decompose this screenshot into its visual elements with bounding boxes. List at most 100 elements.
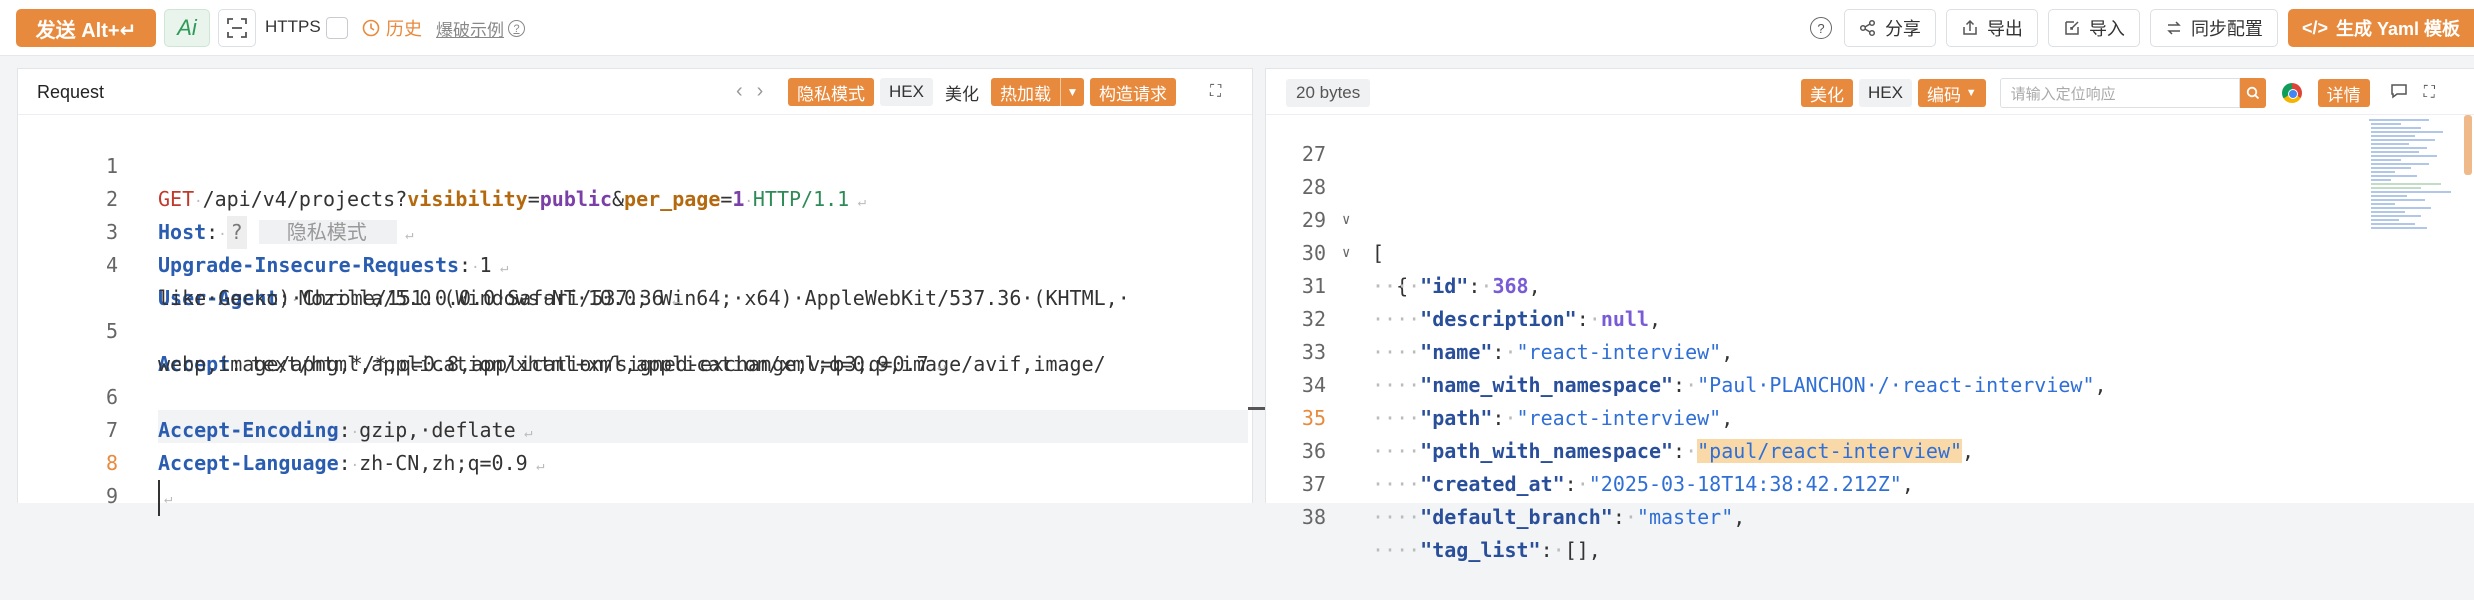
json-key: "name_with_namespace" bbox=[1420, 373, 1674, 397]
history-button[interactable]: 历史 bbox=[362, 15, 422, 41]
header-value: webp,image/apng,*/*;q=0.8,application/si… bbox=[158, 352, 929, 376]
request-line-wrap: webp,image/apng,*/*;q=0.8,application/si… bbox=[158, 352, 946, 376]
hot-load-split: 热加载 ▼ bbox=[990, 78, 1084, 106]
line-number: 38 bbox=[1301, 505, 1326, 529]
response-line: 29 ∨ ··{ bbox=[1266, 171, 1408, 298]
hex-button[interactable]: HEX bbox=[880, 78, 933, 106]
encoding-dropdown[interactable]: 编码 ▼ bbox=[1917, 79, 1986, 107]
header-value: like·Gecko)·Chrome/151.0.0.0·Safari/537.… bbox=[158, 286, 664, 310]
scan-icon[interactable] bbox=[218, 9, 256, 47]
header-key: Upgrade-Insecure-Requests bbox=[158, 253, 460, 277]
json-key: "default_branch" bbox=[1420, 505, 1613, 529]
comment-icon[interactable] bbox=[2390, 82, 2408, 105]
request-title: Request bbox=[37, 82, 105, 102]
response-editor[interactable]: 27 28 ∨ [ 29 ∨ ··{ 30 ····"id":·368, 31 … bbox=[1266, 115, 2366, 562]
locate-input[interactable]: 请输入定位响应 bbox=[1999, 78, 2240, 108]
response-panel-header: 20 bytes 美化 HEX 编码 ▼ 请输入定位响应 详情 ⛶ bbox=[1266, 69, 2474, 115]
request-line: 9 bbox=[18, 447, 118, 508]
json-value: "2025-03-18T14:38:42.212Z" bbox=[1588, 472, 1902, 496]
hot-load-button[interactable]: 热加载 bbox=[990, 78, 1060, 106]
top-toolbar: 发送 Alt+↵ Ai HTTPS 历史 爆破示例 ? ? 分享 导出 导入 同… bbox=[0, 0, 2474, 56]
response-line: 30 ····"id":·368, bbox=[1266, 204, 1541, 298]
http-method: GET bbox=[158, 187, 195, 211]
expand-icon[interactable]: ⛶ bbox=[2424, 84, 2435, 102]
response-tools: 美化 HEX 编码 ▼ 请输入定位响应 详情 ⛶ bbox=[1801, 78, 2435, 108]
search-icon[interactable] bbox=[2239, 78, 2266, 108]
generate-yaml-button[interactable]: </> 生成 Yaml 模板 bbox=[2287, 9, 2474, 47]
chevron-down-icon: ▼ bbox=[1965, 87, 1977, 99]
help-icon[interactable]: ? bbox=[1809, 17, 1832, 39]
json-value-highlighted: "paul/react-interview" bbox=[1697, 439, 1963, 463]
build-request-button[interactable]: 构造请求 bbox=[1089, 78, 1176, 106]
request-line: 6 Accept-Encoding:·gzip,·deflate ↵ bbox=[18, 348, 533, 442]
import-button[interactable]: 导入 bbox=[2047, 9, 2140, 47]
http-protocol: HTTP/1.1 bbox=[752, 187, 850, 211]
request-line: 7 Accept-Language:·zh-CN,zh;q=0.9 ↵ bbox=[18, 381, 545, 475]
response-line: 28 ∨ [ bbox=[1266, 138, 1384, 265]
json-key: "description" bbox=[1420, 307, 1577, 331]
beautify-button[interactable]: 美化 bbox=[1801, 79, 1853, 107]
export-button[interactable]: 导出 bbox=[1945, 9, 2038, 47]
query-key: per_page bbox=[624, 187, 721, 211]
ai-button[interactable]: Ai bbox=[164, 9, 210, 47]
https-label: HTTPS bbox=[265, 17, 321, 36]
json-value: "master" bbox=[1636, 505, 1734, 529]
share-button[interactable]: 分享 bbox=[1843, 9, 1936, 47]
chevron-down-icon[interactable]: ∨ bbox=[1342, 204, 1350, 237]
code-icon: </> bbox=[2301, 17, 2328, 38]
request-path: /api/v4/projects? bbox=[202, 187, 408, 211]
chevron-down-icon[interactable]: ∨ bbox=[1342, 237, 1350, 270]
chevron-down-icon[interactable]: ▼ bbox=[1059, 78, 1084, 106]
top-right-actions: ? 分享 导出 导入 同步配置 </> 生成 Yaml 模板 bbox=[1809, 8, 2474, 48]
request-editor[interactable]: 1 GET·/api/v4/projects?visibility=public… bbox=[18, 115, 1254, 516]
query-key: visibility bbox=[407, 187, 528, 211]
minimap[interactable] bbox=[2369, 117, 2459, 237]
request-tools: 隐私模式 HEX 美化 热加载 ▼ 构造请求 bbox=[788, 78, 1176, 106]
chevron-right-icon[interactable]: › bbox=[757, 80, 764, 103]
json-value: "react-interview" bbox=[1516, 406, 1722, 430]
share-label: 分享 bbox=[1884, 19, 1921, 39]
header-value: gzip,·deflate bbox=[359, 418, 516, 442]
header-value: zh-CN,zh;q=0.9 bbox=[359, 451, 528, 475]
response-line: 31 ····"description":·null, bbox=[1266, 237, 1661, 331]
chevron-left-icon[interactable]: ‹ bbox=[736, 80, 743, 103]
privacy-mask: 隐私模式 bbox=[258, 220, 397, 244]
locate-search: 请输入定位响应 bbox=[1992, 78, 2266, 108]
query-value: 1 bbox=[732, 187, 745, 211]
hex-button[interactable]: HEX bbox=[1859, 79, 1912, 107]
response-size-badge: 20 bytes bbox=[1286, 79, 1371, 107]
history-label: 历史 bbox=[386, 19, 422, 39]
request-line: 5 Accept:·text/html,application/xhtml+xm… bbox=[18, 282, 1106, 376]
host-placeholder: ? bbox=[226, 216, 247, 249]
response-line: 34 ····"path":·"react-interview", bbox=[1266, 336, 1733, 430]
send-button[interactable]: 发送 Alt+↵ bbox=[16, 9, 156, 47]
request-line: 4 User-Agent:·Mozilla/5.0·(Windows·NT·10… bbox=[18, 216, 1130, 310]
response-line: 38 ····"tag_list":·[], bbox=[1266, 468, 1601, 562]
expand-icon[interactable]: ⛶ bbox=[1210, 83, 1221, 101]
json-value: 368 bbox=[1492, 274, 1529, 298]
request-panel: Request ‹ › 隐私模式 HEX 美化 热加载 ▼ 构造请求 ⛶ 1 G… bbox=[17, 68, 1268, 516]
export-label: 导出 bbox=[1986, 19, 2023, 39]
header-key: Accept-Language bbox=[158, 451, 339, 475]
import-icon bbox=[2065, 21, 2079, 35]
details-button[interactable]: 详情 bbox=[2317, 79, 2370, 107]
example-label: 爆破示例 bbox=[436, 21, 504, 40]
request-line: 1 GET·/api/v4/projects?visibility=public… bbox=[18, 117, 866, 211]
example-link[interactable]: 爆破示例 ? bbox=[436, 16, 525, 41]
history-nav: ‹ › bbox=[736, 80, 763, 103]
sync-config-button[interactable]: 同步配置 bbox=[2149, 9, 2278, 47]
import-label: 导入 bbox=[2088, 19, 2125, 39]
json-value: null bbox=[1600, 307, 1649, 331]
scrollbar-thumb[interactable] bbox=[2464, 115, 2472, 175]
json-key: "tag_list" bbox=[1420, 538, 1541, 562]
beautify-button[interactable]: 美化 bbox=[938, 78, 985, 106]
json-key: "id" bbox=[1420, 274, 1469, 298]
json-key: "created_at" bbox=[1420, 472, 1565, 496]
generate-label: 生成 Yaml 模板 bbox=[2335, 19, 2460, 39]
chrome-icon[interactable] bbox=[2281, 83, 2302, 103]
export-icon bbox=[1963, 19, 1977, 35]
https-checkbox[interactable] bbox=[326, 17, 348, 39]
response-line: 27 bbox=[1266, 105, 1338, 166]
response-line: 32 ····"name":·"react-interview", bbox=[1266, 270, 1733, 364]
privacy-mode-button[interactable]: 隐私模式 bbox=[788, 78, 874, 106]
